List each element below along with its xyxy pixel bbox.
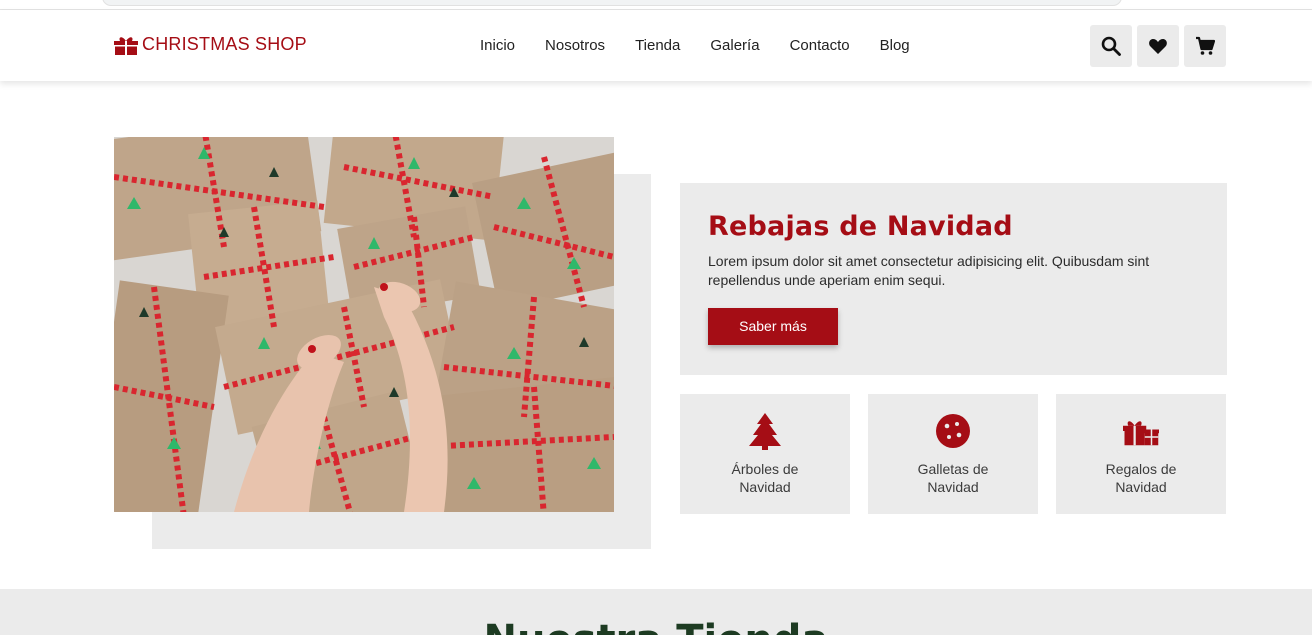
site-header: CHRISTMAS SHOP Inicio Nosotros Tienda Ga… xyxy=(0,10,1312,81)
gift-icon xyxy=(1123,421,1159,446)
category-card-trees[interactable]: Árboles de Navidad xyxy=(680,394,850,514)
cookie-icon xyxy=(936,414,970,448)
category-label: Árboles de Navidad xyxy=(731,461,799,495)
nav-galeria[interactable]: Galería xyxy=(710,37,759,54)
tree-icon xyxy=(749,413,781,450)
nav-contacto[interactable]: Contacto xyxy=(790,37,850,54)
heart-icon xyxy=(1149,39,1167,54)
category-card-gifts[interactable]: Regalos de Navidad xyxy=(1056,394,1226,514)
category-card-cookies[interactable]: Galletas de Navidad xyxy=(868,394,1038,514)
wishlist-button[interactable] xyxy=(1137,25,1179,67)
browser-address-bar[interactable] xyxy=(102,0,1122,6)
main-nav: Inicio Nosotros Tienda Galería Contacto … xyxy=(480,37,910,54)
shop-heading: Nuestra Tienda xyxy=(0,617,1312,635)
cart-button[interactable] xyxy=(1184,25,1226,67)
category-cards: Árboles de Navidad Galletas de Navidad R… xyxy=(680,394,1226,514)
category-label: Galletas de Navidad xyxy=(917,461,989,495)
gift-icon xyxy=(114,36,138,55)
nav-tienda[interactable]: Tienda xyxy=(635,37,680,54)
promo-text: Lorem ipsum dolor sit amet consectetur a… xyxy=(708,253,1150,288)
learn-more-button[interactable]: Saber más xyxy=(708,308,838,345)
nav-blog[interactable]: Blog xyxy=(880,37,910,54)
hero-image-gifts xyxy=(114,137,614,512)
logo-text: CHRISTMAS SHOP xyxy=(142,34,307,54)
header-actions xyxy=(1090,25,1226,67)
promo-title: Rebajas de Navidad xyxy=(708,211,1013,242)
category-label: Regalos de Navidad xyxy=(1105,461,1177,495)
nav-inicio[interactable]: Inicio xyxy=(480,37,515,54)
shop-section: Nuestra Tienda xyxy=(0,589,1312,635)
nav-nosotros[interactable]: Nosotros xyxy=(545,37,605,54)
cart-icon xyxy=(1196,36,1215,55)
search-button[interactable] xyxy=(1090,25,1132,67)
browser-chrome-strip xyxy=(0,0,1312,10)
sale-promo: Rebajas de Navidad Lorem ipsum dolor sit… xyxy=(680,183,1227,375)
search-icon xyxy=(1101,36,1121,56)
site-logo[interactable]: CHRISTMAS SHOP xyxy=(114,34,307,55)
